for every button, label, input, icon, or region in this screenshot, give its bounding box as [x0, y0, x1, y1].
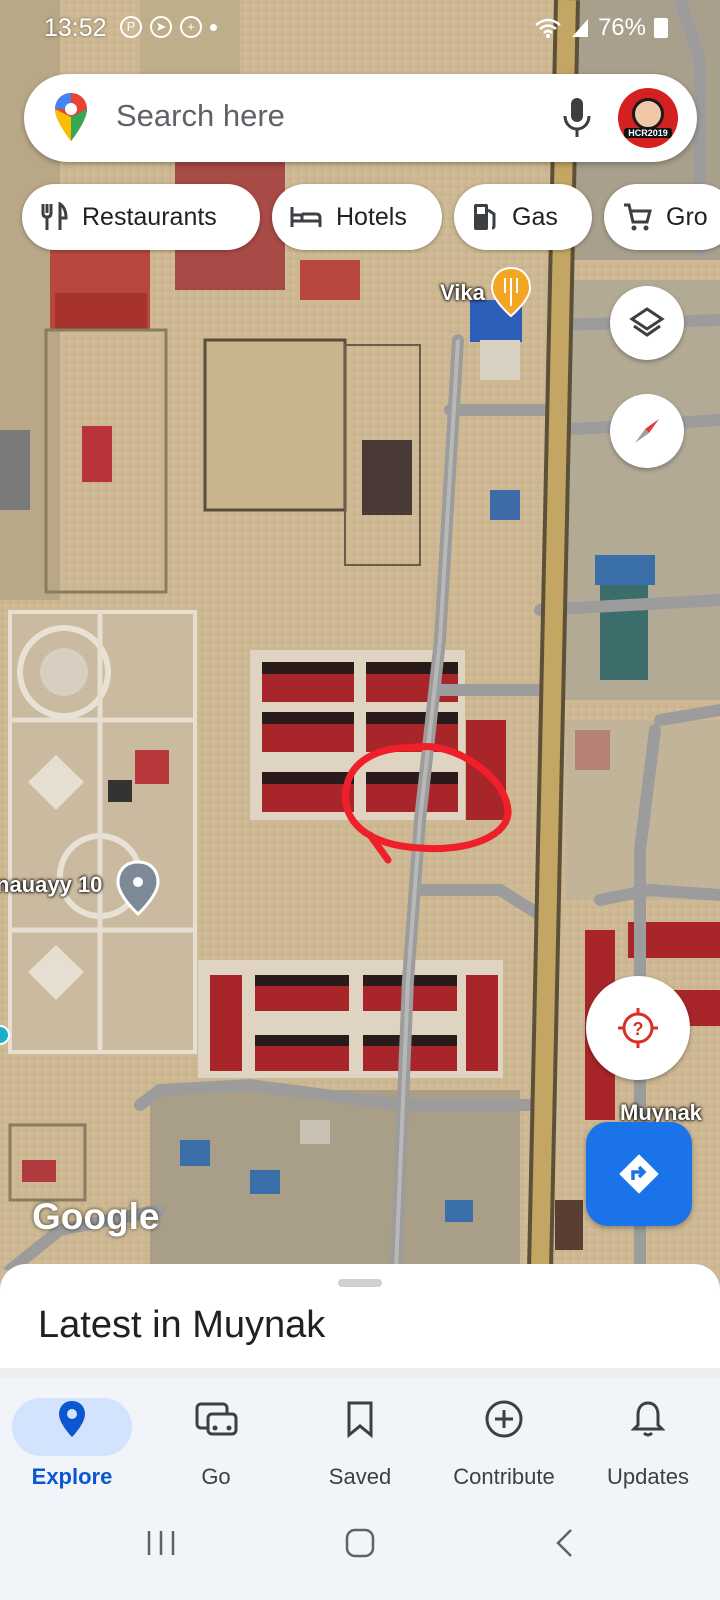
bottom-nav: Explore Go Saved Contribute Updates [0, 1378, 720, 1498]
directions-icon [619, 1154, 659, 1194]
layers-icon [629, 307, 665, 337]
maps-pin-icon [55, 93, 87, 141]
wifi-icon [535, 18, 561, 38]
nav-label: Go [201, 1464, 231, 1489]
nav-go[interactable]: Go [144, 1378, 288, 1498]
sheet-drag-handle[interactable] [338, 1279, 382, 1287]
status-right: 76% [534, 14, 668, 42]
compass-button[interactable] [610, 394, 684, 468]
recents-icon[interactable] [146, 1528, 176, 1558]
battery-icon [654, 18, 668, 38]
my-location-icon: ? [618, 1008, 658, 1048]
google-watermark: Google [32, 1196, 160, 1237]
status-bar: 13:52 P ➤ + 76% [0, 0, 720, 58]
nav-label: Updates [607, 1464, 689, 1489]
nav-saved[interactable]: Saved [288, 1378, 432, 1498]
home-icon[interactable] [345, 1528, 375, 1558]
chip-hotels[interactable]: Hotels [272, 184, 442, 250]
explore-pin-icon [59, 1401, 85, 1437]
bed-icon [290, 207, 322, 227]
nav-label: Explore [31, 1464, 113, 1489]
pinterest-icon: P [120, 16, 142, 38]
add-circle-icon [485, 1400, 523, 1438]
search-input[interactable]: Search here [116, 98, 285, 134]
directions-button[interactable] [586, 1122, 692, 1226]
bottom-sheet[interactable]: Latest in Muynak [0, 1264, 720, 1368]
search-bar[interactable]: Search here HCR2019 [24, 74, 697, 162]
cart-icon [624, 203, 652, 231]
divider [0, 1368, 720, 1378]
battery-percent: 76% [597, 14, 646, 41]
telegram-icon: ➤ [150, 16, 172, 38]
avatar[interactable]: HCR2019 [618, 88, 678, 148]
bookmark-icon [347, 1401, 373, 1438]
nav-explore[interactable]: Explore [0, 1378, 144, 1498]
place-label-vika[interactable]: Vika [440, 280, 485, 306]
chip-label: Gro [666, 202, 708, 231]
signal-icon [571, 19, 588, 37]
my-location-button[interactable]: ? [586, 976, 690, 1080]
compass-icon [635, 419, 659, 443]
chip-gas[interactable]: Gas [454, 184, 592, 250]
system-nav-bar [0, 1498, 720, 1600]
sheet-title: Latest in Muynak [38, 1304, 326, 1346]
fork-knife-icon [41, 202, 68, 230]
chip-groceries[interactable]: Gro [604, 184, 720, 250]
nav-contribute[interactable]: Contribute [432, 1378, 576, 1498]
status-time: 13:52 [44, 14, 107, 42]
chip-restaurants[interactable]: Restaurants [22, 184, 260, 250]
back-icon[interactable] [554, 1528, 574, 1558]
chip-label: Restaurants [82, 202, 217, 231]
place-label-nauayy[interactable]: nauayy 10 [0, 872, 102, 898]
nav-label: Saved [328, 1464, 392, 1489]
chip-label: Hotels [336, 202, 407, 231]
bell-icon [631, 1401, 665, 1437]
car-icon [195, 1402, 238, 1436]
avatar-face [632, 98, 664, 130]
mic-icon[interactable] [562, 96, 592, 140]
layers-button[interactable] [610, 286, 684, 360]
avatar-text: HCR2019 [624, 128, 672, 138]
status-icons: P ➤ + [120, 16, 217, 38]
nav-updates[interactable]: Updates [576, 1378, 720, 1498]
chip-label: Gas [512, 202, 558, 231]
whatsapp-icon: + [180, 16, 202, 38]
partial-pin-icon [0, 1025, 10, 1045]
dot-icon [210, 24, 217, 31]
nav-label: Contribute [453, 1464, 555, 1489]
gas-pump-icon [474, 204, 496, 230]
svg-text:?: ? [633, 1019, 644, 1039]
